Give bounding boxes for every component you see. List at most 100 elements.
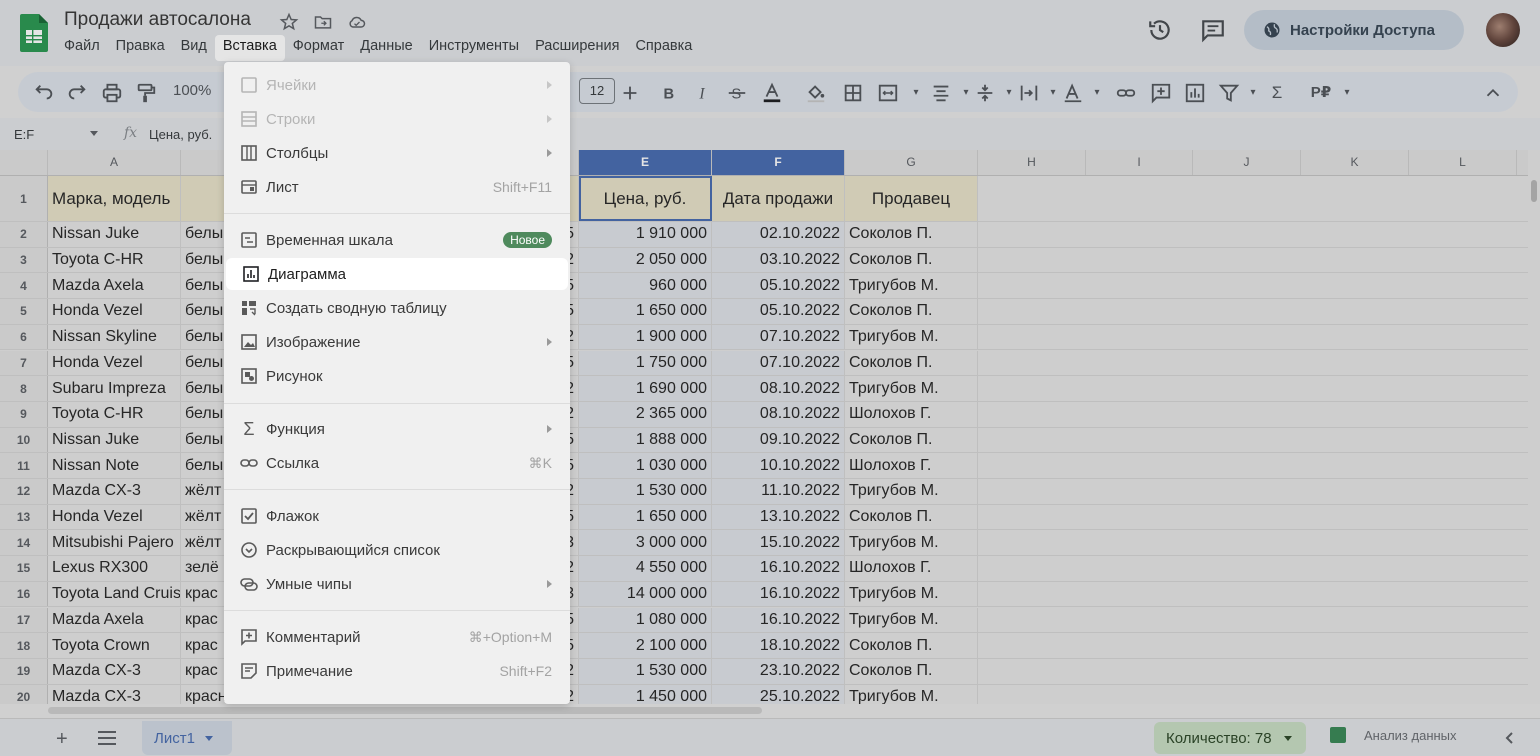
row-number[interactable]: 1	[0, 176, 48, 221]
merge-cells-icon[interactable]	[877, 82, 899, 104]
avatar[interactable]	[1486, 13, 1520, 47]
collapse-toolbar-icon[interactable]	[1482, 82, 1504, 104]
cell-seller[interactable]: Шолохов Г.	[845, 453, 978, 478]
italic-icon[interactable]: I	[692, 82, 714, 104]
insert-columns-item[interactable]: Столбцы	[224, 137, 570, 169]
text-color-icon[interactable]	[761, 82, 783, 104]
borders-icon[interactable]	[842, 82, 864, 104]
cell-seller[interactable]: Соколов П.	[845, 633, 978, 658]
cell-seller[interactable]: Соколов П.	[845, 658, 978, 684]
cell-seller[interactable]: Шолохов Г.	[845, 401, 978, 427]
paint-format-icon[interactable]	[135, 82, 157, 104]
column-header-h[interactable]: H	[978, 150, 1086, 175]
menu-data[interactable]: Данные	[352, 35, 420, 61]
cell-price[interactable]: 1 530 000	[579, 479, 712, 504]
horizontal-scroll-thumb[interactable]	[48, 707, 762, 714]
cell-date[interactable]: 08.10.2022	[712, 401, 845, 427]
valign-dropdown-icon[interactable]: ▾	[998, 82, 1020, 104]
undo-icon[interactable]	[33, 82, 55, 104]
insert-comment-icon[interactable]	[1150, 82, 1172, 104]
row-number[interactable]: 14	[0, 530, 48, 556]
cell-price[interactable]: 2 365 000	[579, 401, 712, 427]
redo-icon[interactable]	[66, 82, 88, 104]
row-number[interactable]: 6	[0, 324, 48, 350]
column-header-g[interactable]: G	[845, 150, 978, 175]
cell-e1[interactable]: Цена, руб.	[579, 176, 712, 221]
cell-date[interactable]: 16.10.2022	[712, 556, 845, 581]
cell-seller[interactable]: Тригубов М.	[845, 376, 978, 401]
cell-model[interactable]: Mazda CX-3	[48, 684, 181, 704]
cell-price[interactable]: 1 450 000	[579, 684, 712, 704]
strikethrough-icon[interactable]: S	[726, 82, 748, 104]
cell-date[interactable]: 16.10.2022	[712, 607, 845, 633]
side-panel-collapse-icon[interactable]	[1500, 728, 1520, 748]
cell-date[interactable]: 05.10.2022	[712, 299, 845, 324]
cell-seller[interactable]: Соколов П.	[845, 350, 978, 376]
sheets-logo-icon[interactable]	[20, 14, 48, 52]
zoom-select[interactable]: 100%	[173, 82, 211, 99]
merge-dropdown-icon[interactable]: ▾	[905, 82, 927, 104]
column-header-e[interactable]: E	[579, 150, 712, 175]
cell-date[interactable]: 10.10.2022	[712, 453, 845, 478]
row-number[interactable]: 10	[0, 427, 48, 453]
functions-icon[interactable]: Σ	[1266, 82, 1288, 104]
sheet-tab-dropdown-icon[interactable]	[204, 735, 213, 741]
explore-button[interactable]: Анализ данных	[1330, 727, 1457, 743]
insert-comment-item[interactable]: Комментарий ⌘+Option+M	[224, 621, 570, 653]
name-box-dropdown-icon[interactable]	[90, 131, 98, 136]
cell-price[interactable]: 2 100 000	[579, 633, 712, 658]
print-icon[interactable]	[101, 82, 123, 104]
row-number[interactable]: 16	[0, 581, 48, 607]
insert-chart-item[interactable]: Диаграмма	[226, 258, 568, 290]
row-number[interactable]: 11	[0, 453, 48, 478]
name-box[interactable]: E:F	[14, 127, 34, 142]
cell-model[interactable]: Mazda CX-3	[48, 658, 181, 684]
cell-price[interactable]: 1 910 000	[579, 222, 712, 247]
cell-seller[interactable]: Тригубов М.	[845, 684, 978, 704]
cell-price[interactable]: 3 000 000	[579, 530, 712, 556]
cell-seller[interactable]: Соколов П.	[845, 247, 978, 273]
cell-date[interactable]: 16.10.2022	[712, 581, 845, 607]
cell-g1[interactable]: Продавец	[845, 176, 978, 221]
count-summary[interactable]: Количество: 78	[1154, 722, 1306, 754]
version-history-icon[interactable]	[1147, 17, 1173, 43]
menu-edit[interactable]: Правка	[108, 35, 173, 61]
cell-price[interactable]: 1 650 000	[579, 504, 712, 530]
cell-seller[interactable]: Соколов П.	[845, 427, 978, 453]
insert-image-item[interactable]: Изображение	[224, 326, 570, 358]
cell-model[interactable]: Toyota Crown	[48, 633, 181, 658]
insert-timeline-item[interactable]: Временная шкала Новое	[224, 224, 570, 256]
cell-price[interactable]: 1 650 000	[579, 299, 712, 324]
cell-model[interactable]: Nissan Skyline	[48, 324, 181, 350]
font-size-input[interactable]: 12	[579, 78, 615, 104]
insert-function-item[interactable]: Σ Функция	[224, 413, 570, 445]
cell-date[interactable]: 11.10.2022	[712, 479, 845, 504]
input-tools-icon[interactable]: Р₽	[1306, 82, 1336, 104]
select-all-corner[interactable]	[0, 150, 48, 175]
cell-date[interactable]: 07.10.2022	[712, 324, 845, 350]
bold-icon[interactable]: B	[658, 82, 680, 104]
cell-seller[interactable]: Тригубов М.	[845, 479, 978, 504]
insert-sheet-item[interactable]: Лист Shift+F11	[224, 171, 570, 203]
insert-chart-icon[interactable]	[1184, 82, 1206, 104]
text-rotation-icon[interactable]	[1062, 82, 1084, 104]
cell-model[interactable]: Honda Vezel	[48, 504, 181, 530]
filter-icon[interactable]	[1218, 82, 1240, 104]
cell-seller[interactable]: Тригубов М.	[845, 581, 978, 607]
sheet-tab[interactable]: Лист1	[142, 721, 232, 755]
horizontal-align-icon[interactable]	[930, 82, 952, 104]
cell-seller[interactable]: Соколов П.	[845, 222, 978, 247]
vertical-align-icon[interactable]	[974, 82, 996, 104]
menu-view[interactable]: Вид	[173, 35, 215, 61]
insert-note-item[interactable]: Примечание Shift+F2	[224, 655, 570, 687]
row-number[interactable]: 12	[0, 479, 48, 504]
move-folder-icon[interactable]	[313, 12, 333, 32]
row-number[interactable]: 5	[0, 299, 48, 324]
vertical-scrollbar[interactable]	[1528, 150, 1540, 704]
document-title[interactable]: Продажи автосалона	[64, 9, 251, 31]
cell-model[interactable]: Honda Vezel	[48, 299, 181, 324]
cell-price[interactable]: 960 000	[579, 273, 712, 299]
star-icon[interactable]	[279, 12, 299, 32]
cell-seller[interactable]: Соколов П.	[845, 504, 978, 530]
cell-date[interactable]: 08.10.2022	[712, 376, 845, 401]
